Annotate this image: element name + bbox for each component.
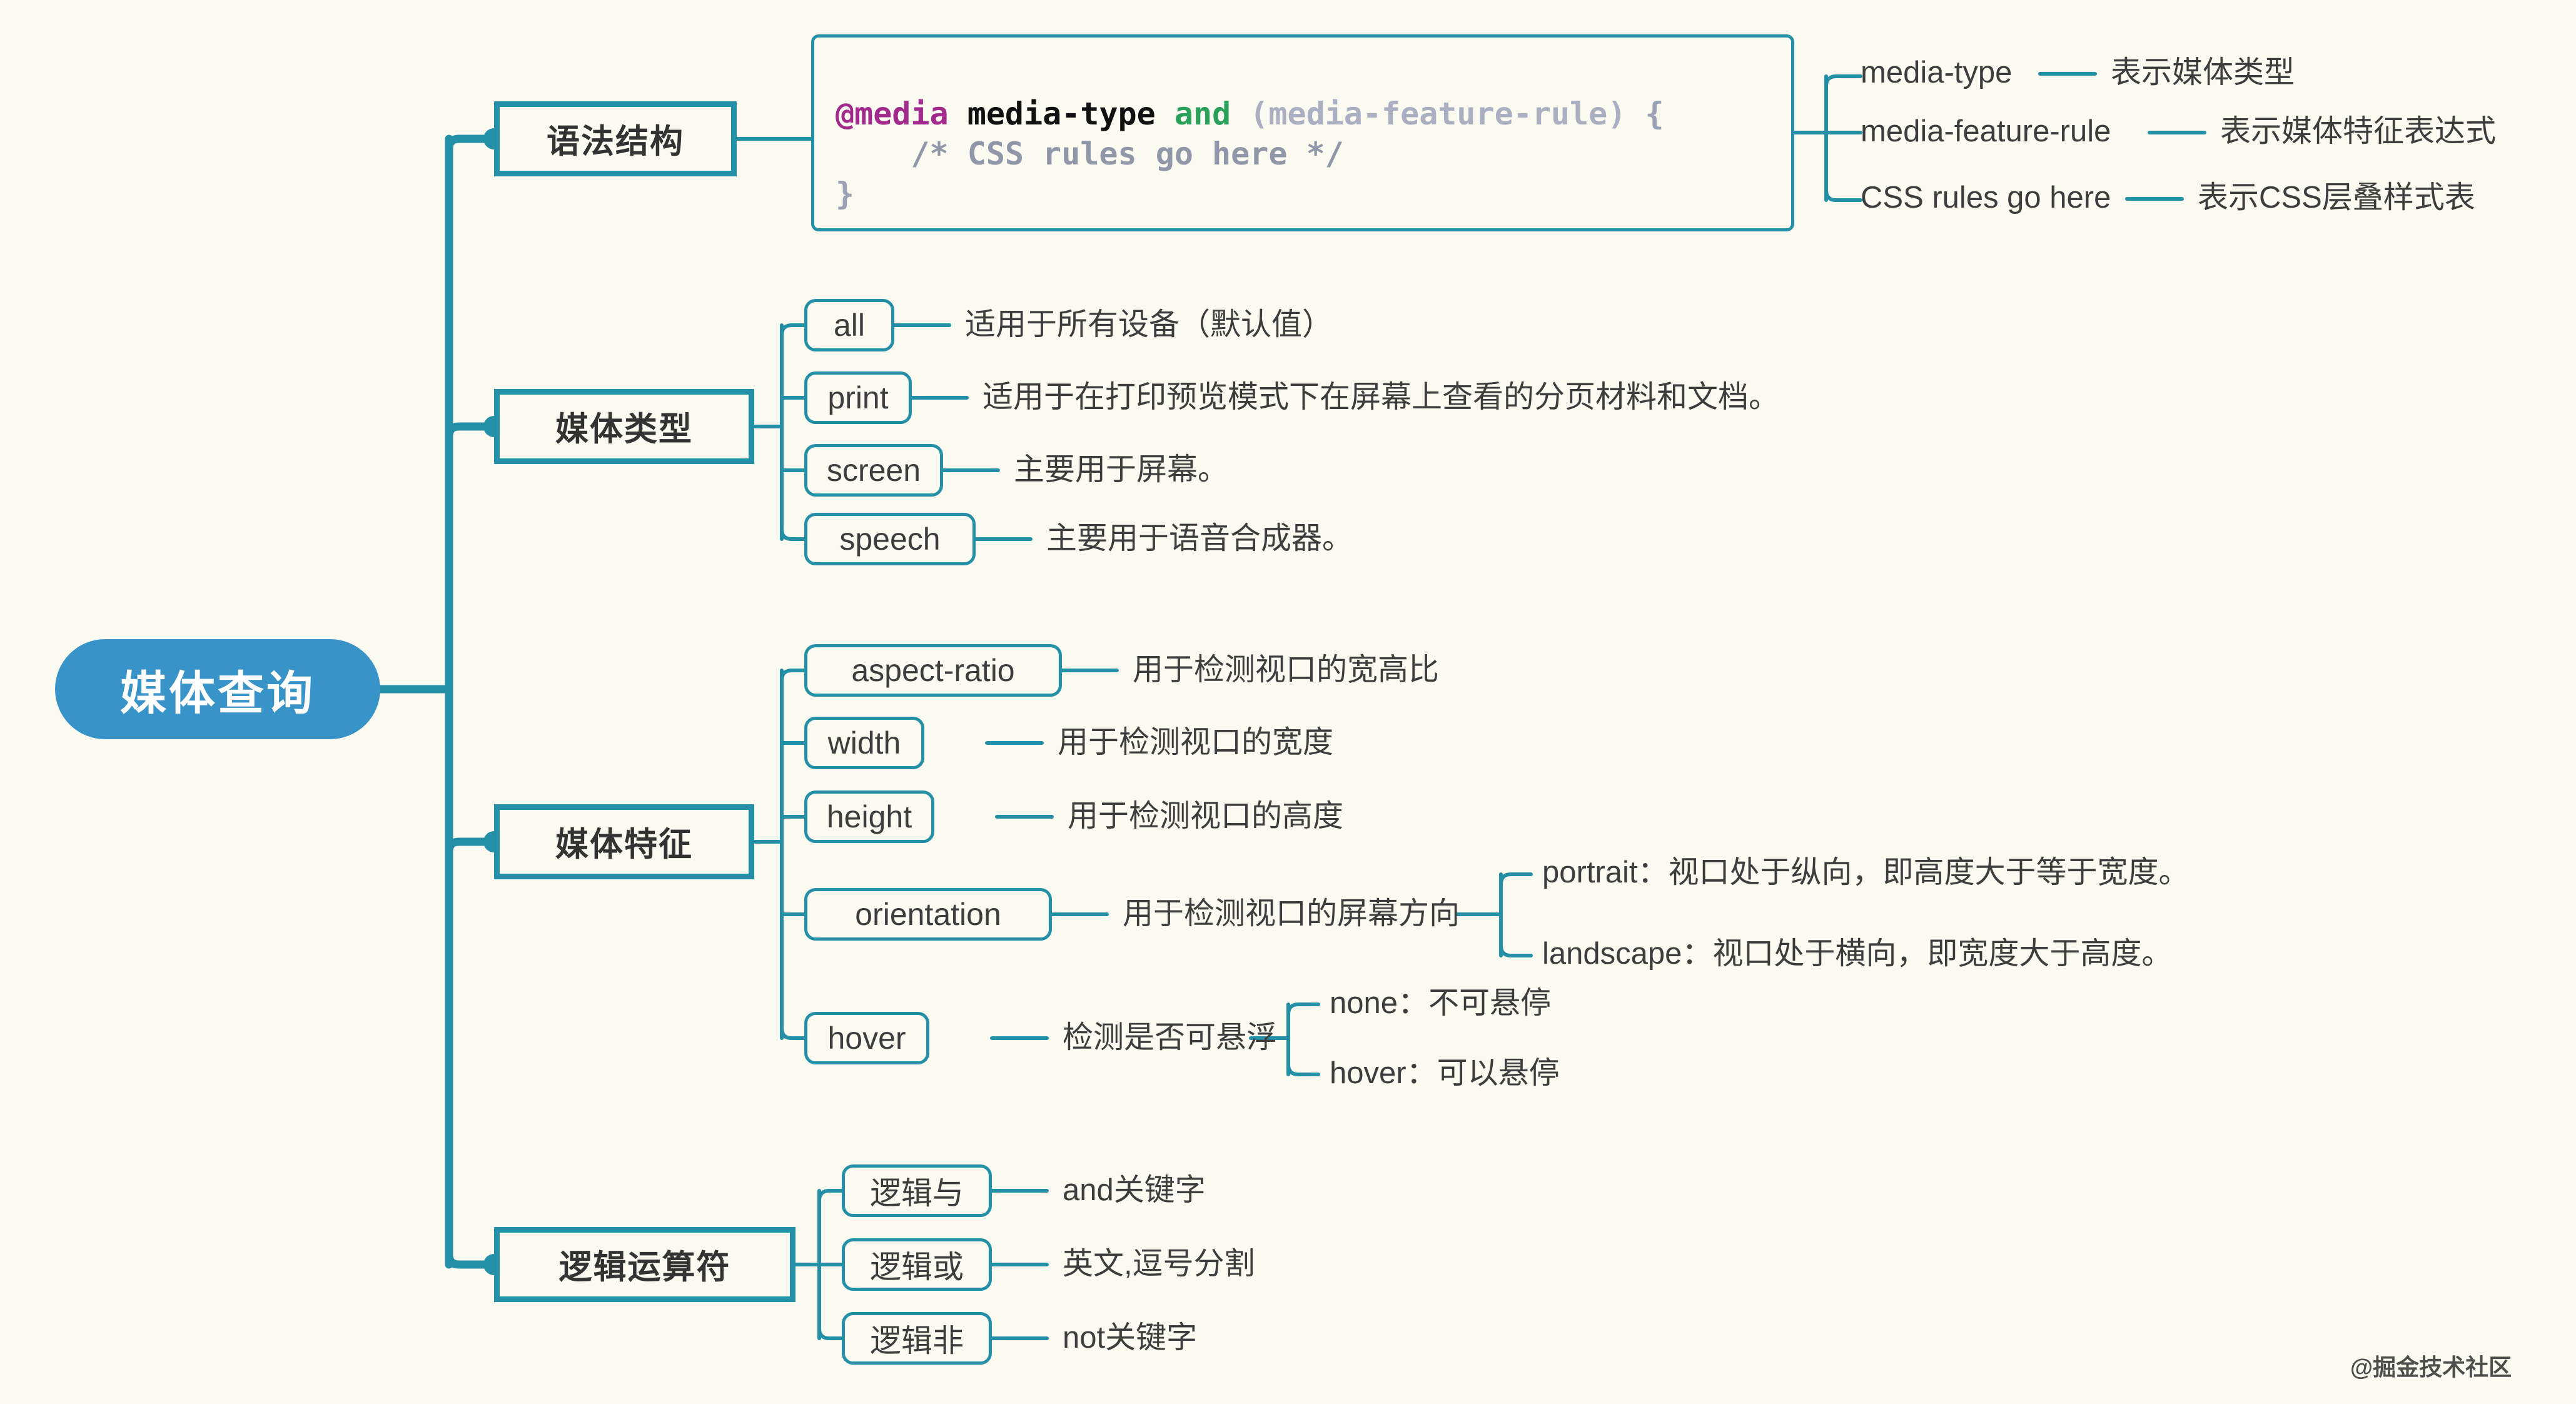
branch-node-syntax[interactable]: 语法结构 bbox=[494, 101, 737, 176]
desc-speech: 主要用于语音合成器。 bbox=[1046, 522, 1353, 555]
leaf-label-aspect-ratio: aspect-ratio bbox=[851, 653, 1015, 688]
desc-hover-hover: hover：可以悬停 bbox=[1330, 1056, 1560, 1090]
leaf-node-height[interactable]: height bbox=[804, 790, 934, 843]
desc-logical-or: 英文,逗号分割 bbox=[1063, 1247, 1255, 1281]
syntax-code-block: @media media-type and (media-feature-rul… bbox=[811, 34, 1794, 231]
syntax-term-media-type: media-type bbox=[1861, 56, 2013, 89]
desc-width: 用于检测视口的宽度 bbox=[1058, 725, 1334, 759]
syntax-term-media-feature-rule: media-feature-rule bbox=[1861, 114, 2111, 148]
branch-label-media-types: 媒体类型 bbox=[555, 411, 693, 448]
leaf-label-print: print bbox=[827, 380, 889, 415]
code-token-media-type: media-type bbox=[948, 96, 1174, 132]
leaf-node-logical-not[interactable]: 逻辑非 bbox=[842, 1312, 992, 1365]
syntax-desc-media-feature-rule: 表示媒体特征表达式 bbox=[2220, 114, 2497, 148]
root-label: 媒体查询 bbox=[120, 667, 315, 719]
branch-label-media-features: 媒体特征 bbox=[555, 826, 693, 863]
branch-label-logical-operators: 逻辑运算符 bbox=[558, 1249, 731, 1286]
leaf-node-logical-or[interactable]: 逻辑或 bbox=[842, 1238, 992, 1291]
desc-all: 适用于所有设备（默认值） bbox=[965, 308, 1333, 341]
desc-height: 用于检测视口的高度 bbox=[1068, 799, 1344, 833]
syntax-term-css-rules: CSS rules go here bbox=[1861, 181, 2111, 215]
desc-print: 适用于在打印预览模式下在屏幕上查看的分页材料和文档。 bbox=[982, 380, 1780, 414]
watermark: @掘金技术社区 bbox=[2350, 1355, 2512, 1380]
syntax-desc-css-rules: 表示CSS层叠样式表 bbox=[2198, 181, 2475, 215]
leaf-label-width: width bbox=[827, 725, 901, 760]
leaf-node-screen[interactable]: screen bbox=[804, 444, 943, 497]
code-token-feature: (media-feature-rule) bbox=[1231, 96, 1645, 132]
code-token-comment: /* CSS rules go here */ bbox=[836, 136, 1344, 172]
leaf-node-logical-and[interactable]: 逻辑与 bbox=[842, 1164, 992, 1217]
leaf-label-height: height bbox=[826, 799, 912, 834]
leaf-node-speech[interactable]: speech bbox=[804, 513, 976, 565]
desc-hover: 检测是否可悬浮 bbox=[1063, 1021, 1278, 1054]
leaf-label-logical-or: 逻辑或 bbox=[870, 1250, 964, 1285]
desc-hover-none: none：不可悬停 bbox=[1330, 986, 1552, 1020]
syntax-desc-media-type: 表示媒体类型 bbox=[2111, 56, 2295, 89]
leaf-node-hover[interactable]: hover bbox=[804, 1012, 929, 1064]
code-token-at-media: @media bbox=[836, 96, 949, 132]
code-token-close-brace: } bbox=[836, 176, 855, 212]
desc-orientation-portrait: portrait：视口处于纵向，即高度大于等于宽度。 bbox=[1542, 856, 2190, 889]
code-token-and: and bbox=[1174, 96, 1231, 132]
desc-logical-and: and关键字 bbox=[1063, 1173, 1206, 1207]
leaf-label-orientation: orientation bbox=[855, 897, 1001, 932]
leaf-label-hover: hover bbox=[827, 1021, 906, 1056]
leaf-node-orientation[interactable]: orientation bbox=[804, 888, 1052, 941]
leaf-label-logical-and: 逻辑与 bbox=[870, 1176, 964, 1211]
branch-node-media-features[interactable]: 媒体特征 bbox=[494, 804, 754, 879]
code-token-open-brace: { bbox=[1645, 96, 1664, 132]
desc-aspect-ratio: 用于检测视口的宽高比 bbox=[1133, 653, 1440, 687]
leaf-node-all[interactable]: all bbox=[804, 299, 894, 351]
desc-orientation: 用于检测视口的屏幕方向 bbox=[1123, 897, 1460, 931]
desc-logical-not: not关键字 bbox=[1063, 1321, 1198, 1355]
leaf-label-speech: speech bbox=[839, 522, 941, 557]
desc-screen: 主要用于屏幕。 bbox=[1014, 453, 1229, 487]
leaf-label-screen: screen bbox=[826, 453, 921, 488]
root-node[interactable]: 媒体查询 bbox=[55, 639, 380, 739]
leaf-node-aspect-ratio[interactable]: aspect-ratio bbox=[804, 644, 1062, 697]
mindmap-canvas: 媒体查询 语法结构 @media media-type and (media-f… bbox=[0, 0, 2576, 1404]
leaf-node-width[interactable]: width bbox=[804, 717, 924, 769]
branch-node-media-types[interactable]: 媒体类型 bbox=[494, 389, 754, 464]
branch-label-syntax: 语法结构 bbox=[547, 123, 684, 160]
leaf-label-logical-not: 逻辑非 bbox=[870, 1323, 964, 1358]
branch-node-logical-operators[interactable]: 逻辑运算符 bbox=[494, 1227, 796, 1302]
leaf-label-all: all bbox=[833, 308, 866, 343]
leaf-node-print[interactable]: print bbox=[804, 371, 912, 424]
desc-orientation-landscape: landscape：视口处于横向，即宽度大于高度。 bbox=[1542, 937, 2173, 971]
